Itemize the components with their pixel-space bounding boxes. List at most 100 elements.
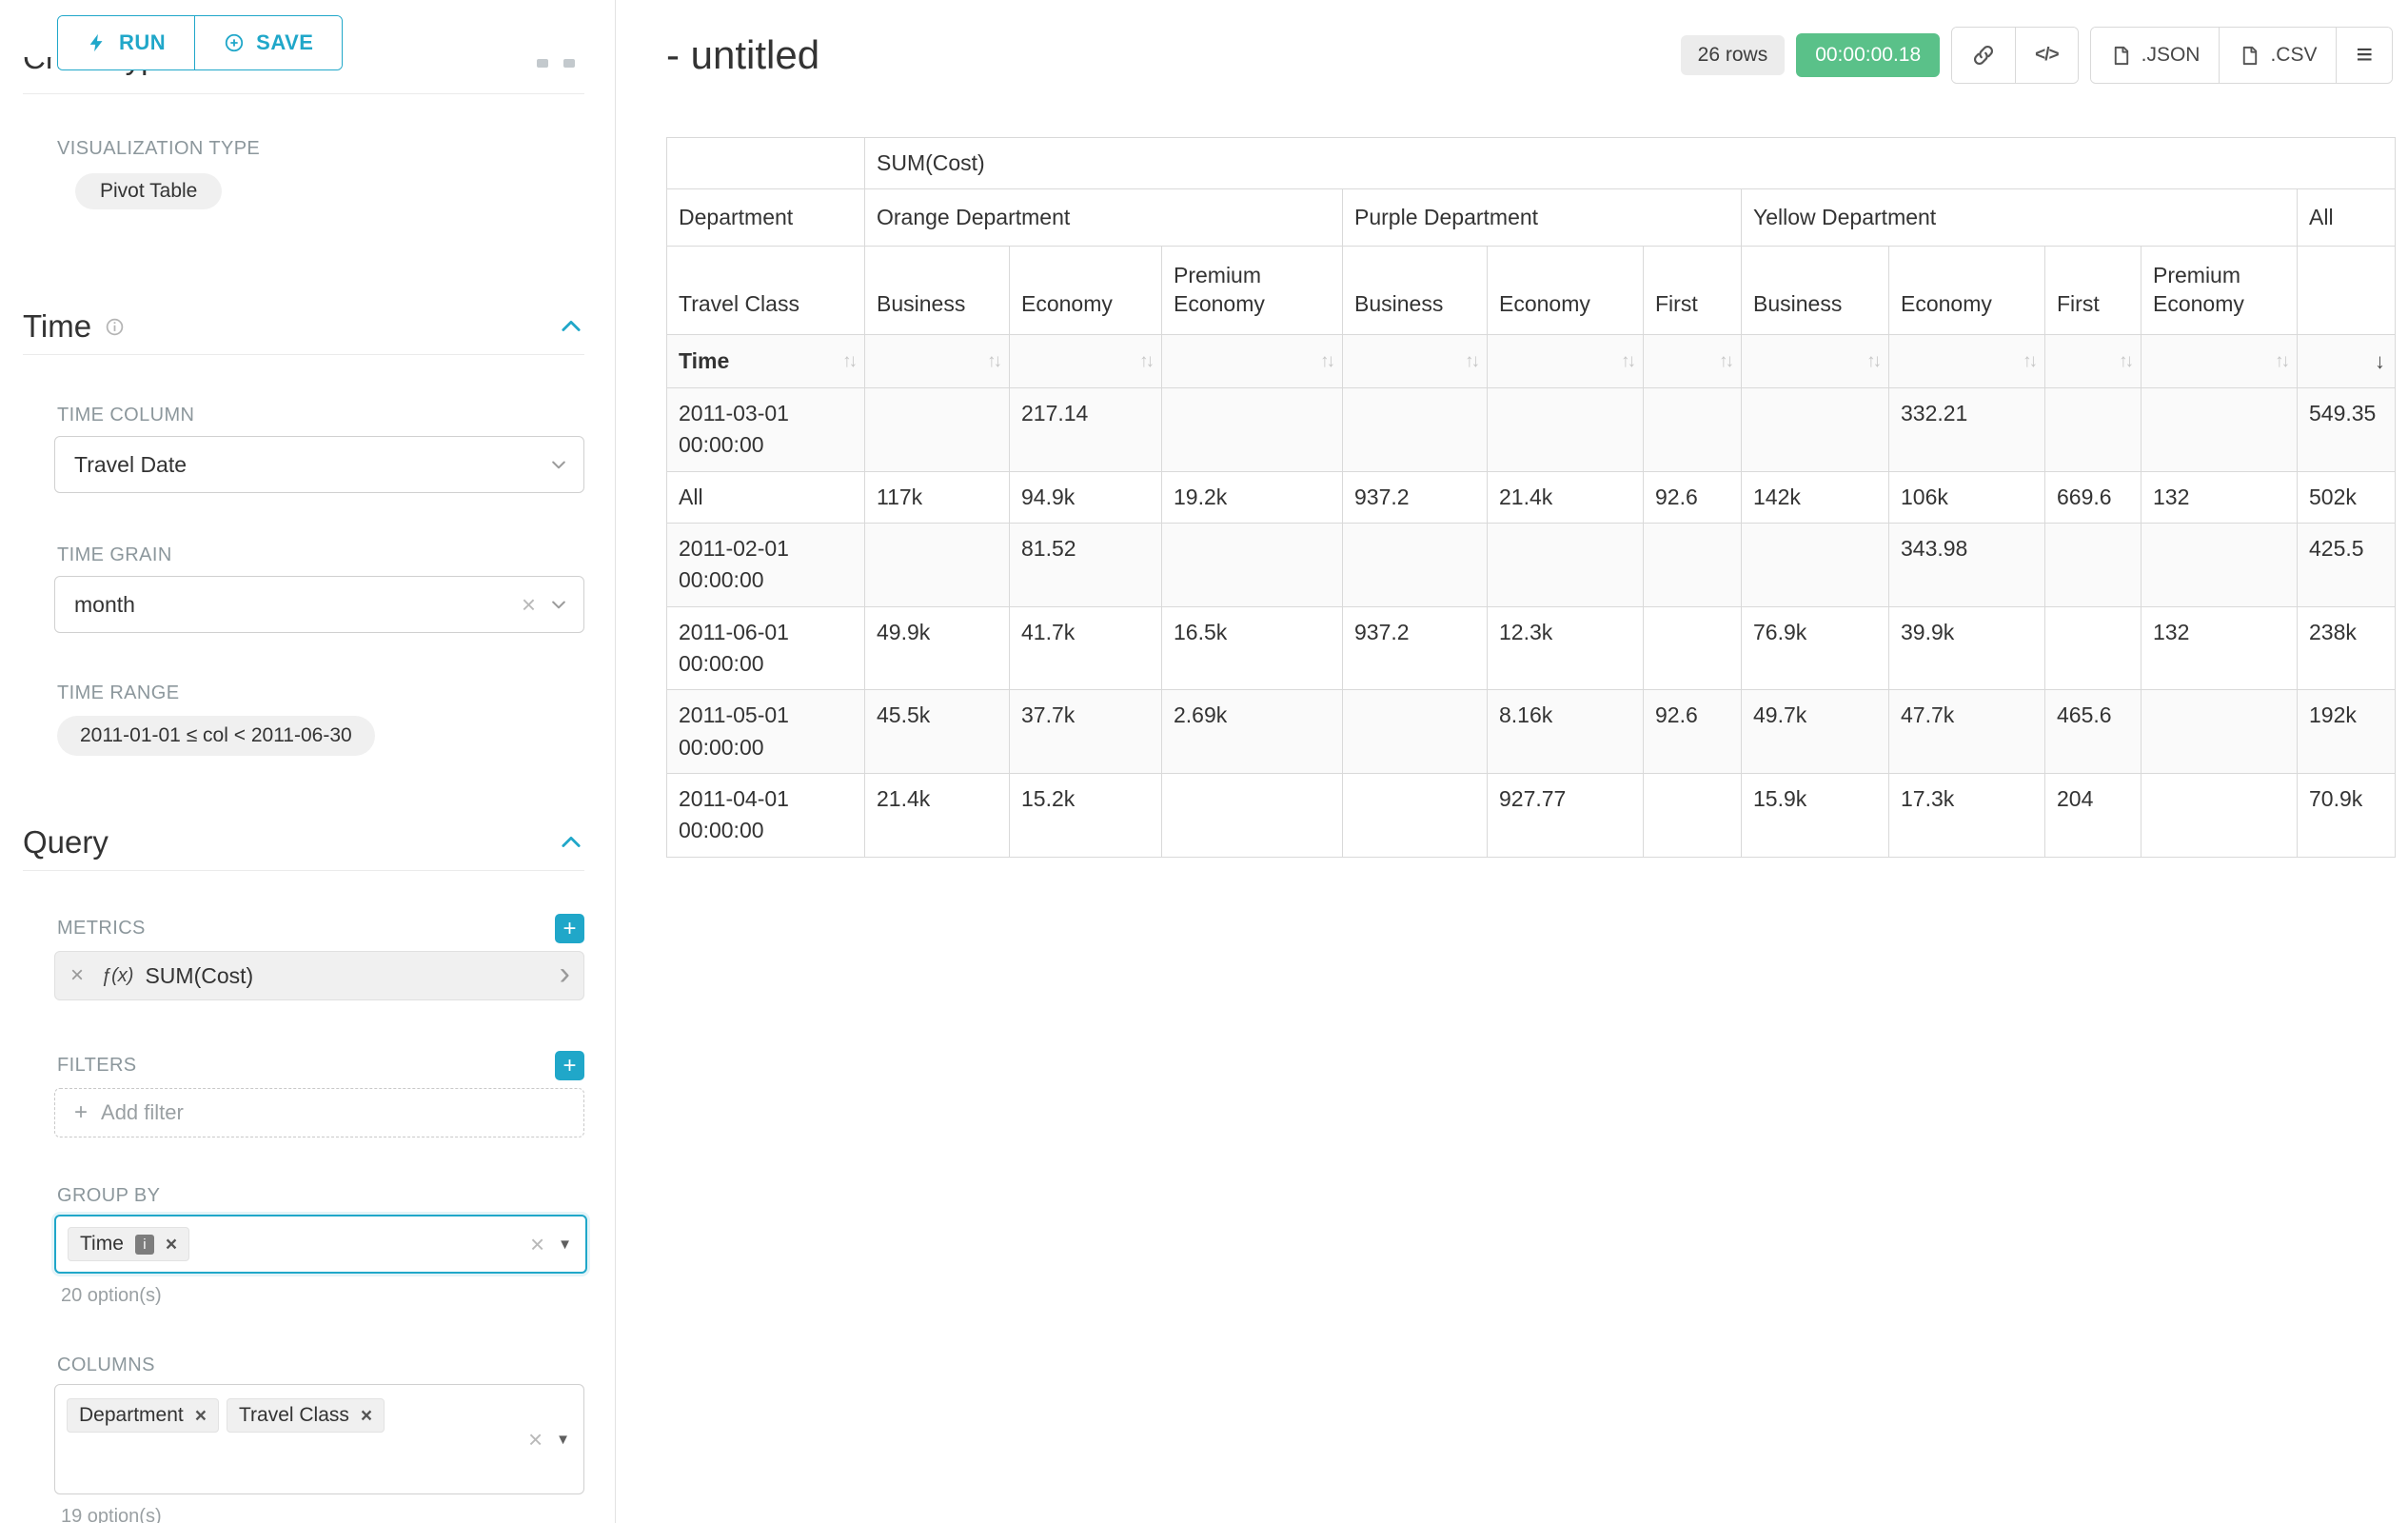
value-cell: 425.5 xyxy=(2298,524,2396,607)
copy-link-button[interactable] xyxy=(1952,28,2015,83)
embed-code-button[interactable]: </> xyxy=(2015,28,2077,83)
save-button[interactable]: SAVE xyxy=(194,16,342,69)
value-cell: 15.2k xyxy=(1010,774,1162,858)
pivot-body: 2011-03-01 00:00:00217.14332.21549.35All… xyxy=(667,388,2396,858)
value-cell: 117k xyxy=(865,471,1010,523)
clear-icon[interactable]: × xyxy=(522,592,536,617)
value-cell xyxy=(1162,524,1343,607)
value-cell: 16.5k xyxy=(1162,606,1343,690)
sort-cell: ↑↓ xyxy=(1343,335,1488,388)
department-header: Department xyxy=(667,189,865,247)
sort-icon[interactable]: ↑↓ xyxy=(1719,351,1731,372)
table-row: 2011-03-01 00:00:00217.14332.21549.35 xyxy=(667,388,2396,472)
add-filter-button[interactable]: + Add filter xyxy=(54,1088,584,1137)
sort-desc-icon[interactable]: ↓ xyxy=(2375,349,2385,374)
sort-icon[interactable]: ↑↓ xyxy=(842,351,855,372)
control-panel: RUN SAVE Chart Type VISUALIZATION TYPE P… xyxy=(0,0,616,1523)
divider xyxy=(23,870,584,871)
value-cell: 37.7k xyxy=(1010,690,1162,774)
caret-down-icon[interactable]: ▼ xyxy=(556,1433,570,1447)
group-by-chip[interactable]: Time i × xyxy=(68,1227,189,1261)
run-button[interactable]: RUN xyxy=(58,16,194,69)
sort-cell: ↑↓ xyxy=(2142,335,2298,388)
value-cell: 204 xyxy=(2045,774,2142,858)
sort-icon[interactable]: ↑↓ xyxy=(2023,351,2035,372)
time-range-pill[interactable]: 2011-01-01 ≤ col < 2011-06-30 xyxy=(57,716,375,756)
link-icon xyxy=(1971,43,1996,68)
sort-icon[interactable]: ↑↓ xyxy=(1465,351,1477,372)
chevron-right-icon[interactable]: › xyxy=(560,958,570,990)
main-header: - untitled 26 rows 00:00:00.18 </> .JSON xyxy=(666,25,2393,86)
value-cell: 132 xyxy=(2142,606,2298,690)
query-section-header[interactable]: Query xyxy=(23,821,584,864)
export-json-button[interactable]: .JSON xyxy=(2091,28,2220,83)
bolt-icon xyxy=(87,32,108,53)
columns-options-hint: 19 option(s) xyxy=(61,1506,584,1523)
value-cell: 465.6 xyxy=(2045,690,2142,774)
sort-icon[interactable]: ↑↓ xyxy=(1866,351,1879,372)
columns-chip[interactable]: Travel Class × xyxy=(227,1398,385,1433)
filters-label: FILTERS xyxy=(57,1055,137,1077)
value-cell: 927.77 xyxy=(1488,774,1644,858)
sort-cell: ↑↓ xyxy=(1488,335,1644,388)
value-cell xyxy=(2045,388,2142,472)
value-cell: 45.5k xyxy=(865,690,1010,774)
value-cell: 238k xyxy=(2298,606,2396,690)
remove-chip-icon[interactable]: × xyxy=(361,1406,372,1426)
sort-cell: ↓ xyxy=(2298,335,2396,388)
sort-icon[interactable]: ↑↓ xyxy=(1320,351,1332,372)
value-cell: 192k xyxy=(2298,690,2396,774)
value-cell: 92.6 xyxy=(1644,690,1742,774)
value-cell xyxy=(1644,388,1742,472)
remove-chip-icon[interactable]: × xyxy=(195,1406,207,1426)
time-grain-select[interactable]: month × xyxy=(54,576,584,633)
value-cell: 39.9k xyxy=(1889,606,2045,690)
sort-icon[interactable]: ↑↓ xyxy=(1621,351,1633,372)
metric-label: SUM(Cost) xyxy=(145,963,559,989)
run-button-label: RUN xyxy=(119,30,166,55)
columns-chip[interactable]: Department × xyxy=(67,1398,219,1433)
value-cell xyxy=(1742,524,1889,607)
sort-icon[interactable]: ↑↓ xyxy=(1139,351,1152,372)
caret-down-icon[interactable]: ▼ xyxy=(558,1237,572,1252)
value-cell: 106k xyxy=(1889,471,2045,523)
time-value-cell: 2011-02-01 00:00:00 xyxy=(667,524,865,607)
visualization-type-pill[interactable]: Pivot Table xyxy=(75,173,222,209)
value-cell xyxy=(2045,524,2142,607)
time-column-select[interactable]: Travel Date xyxy=(54,436,584,493)
menu-button[interactable]: ≡ xyxy=(2336,28,2392,83)
code-icon: </> xyxy=(2035,45,2058,66)
sort-cell: ↑↓ xyxy=(2045,335,2142,388)
chevron-up-icon[interactable] xyxy=(558,829,584,856)
time-value-cell: 2011-06-01 00:00:00 xyxy=(667,606,865,690)
remove-chip-icon[interactable]: × xyxy=(166,1235,177,1255)
group-by-select[interactable]: Time i × × ▼ xyxy=(54,1215,587,1274)
time-section-header[interactable]: Time xyxy=(23,305,584,348)
remove-metric-icon[interactable]: × xyxy=(70,964,84,987)
chevron-up-icon[interactable] xyxy=(558,313,584,340)
time-range-label: TIME RANGE xyxy=(57,682,584,704)
sort-icon[interactable]: ↑↓ xyxy=(2119,351,2131,372)
time-range-value: 2011-01-01 ≤ col < 2011-06-30 xyxy=(80,724,352,746)
clear-icon[interactable]: × xyxy=(528,1427,543,1452)
value-cell: 937.2 xyxy=(1343,606,1488,690)
sort-icon[interactable]: ↑↓ xyxy=(987,351,999,372)
time-grain-value: month xyxy=(74,592,514,618)
value-cell: 94.9k xyxy=(1010,471,1162,523)
clear-icon[interactable]: × xyxy=(530,1232,544,1256)
table-row: 2011-05-01 00:00:0045.5k37.7k2.69k8.16k9… xyxy=(667,690,2396,774)
add-filter-label: Add filter xyxy=(101,1100,184,1125)
column-header: Business xyxy=(1742,247,1889,335)
value-cell xyxy=(865,388,1010,472)
add-filter-plus-button[interactable]: + xyxy=(555,1051,584,1080)
clipped-icons xyxy=(537,59,575,68)
export-csv-button[interactable]: .CSV xyxy=(2219,28,2336,83)
metric-item[interactable]: × ƒ(x) SUM(Cost) › xyxy=(54,951,584,1000)
sidebar-content: Chart Type VISUALIZATION TYPE Pivot Tabl… xyxy=(0,0,615,1523)
columns-select[interactable]: Department × Travel Class × × ▼ xyxy=(54,1384,584,1494)
sort-icon[interactable]: ↑↓ xyxy=(2275,351,2287,372)
sort-cell: ↑↓ xyxy=(1162,335,1343,388)
column-header: Economy xyxy=(1889,247,2045,335)
value-cell: 8.16k xyxy=(1488,690,1644,774)
add-metric-button[interactable]: + xyxy=(555,914,584,943)
